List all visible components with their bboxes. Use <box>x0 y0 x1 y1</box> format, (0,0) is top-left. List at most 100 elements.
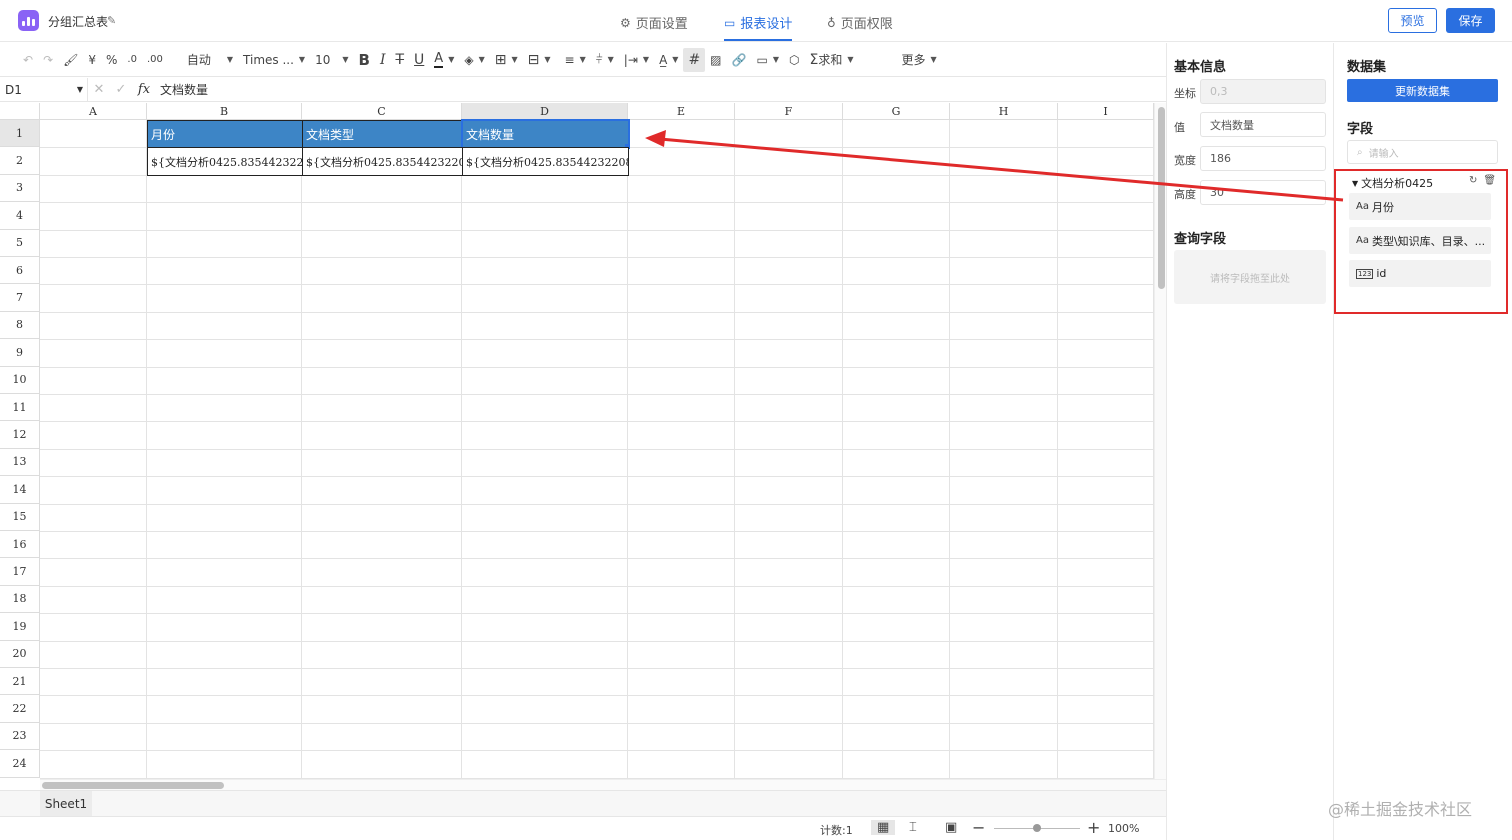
grid-lines-icon[interactable]: # <box>683 47 706 72</box>
cancel-icon[interactable]: ✕ <box>88 82 110 97</box>
decrease-decimal-icon[interactable]: .0 <box>122 48 142 72</box>
column-header-d[interactable]: D <box>462 103 628 120</box>
horizontal-scrollbar[interactable] <box>40 779 1166 790</box>
row-header-2[interactable]: 2 <box>0 147 40 175</box>
row-header-20[interactable]: 20 <box>0 640 40 668</box>
text-rotation-dropdown[interactable]: A̲ ▼ <box>654 48 683 72</box>
cell-d1[interactable]: 文档数量 <box>461 119 630 149</box>
italic-icon[interactable]: I <box>375 48 391 72</box>
row-header-1[interactable]: 1 <box>0 120 40 148</box>
field-item-type[interactable]: Aa 类型\知识库、目录、... <box>1349 227 1491 254</box>
tab-page-permissions[interactable]: ♁ 页面权限 <box>827 13 893 33</box>
row-header-4[interactable]: 4 <box>0 202 40 230</box>
cell-reference-box[interactable]: D1 ▼ <box>0 77 88 102</box>
row-header-19[interactable]: 19 <box>0 613 40 641</box>
vertical-scroll-thumb[interactable] <box>1158 107 1165 289</box>
row-header-18[interactable]: 18 <box>0 585 40 614</box>
zoom-out-icon[interactable]: − <box>972 818 985 837</box>
borders-dropdown[interactable]: ⊞ ▼ <box>490 48 523 72</box>
sheet-tab-sheet1[interactable]: Sheet1 <box>40 791 92 817</box>
row-header-12[interactable]: 12 <box>0 421 40 449</box>
row-header-6[interactable]: 6 <box>0 257 40 285</box>
cube-icon[interactable]: ⬡ <box>784 48 804 72</box>
column-header-i[interactable]: I <box>1058 103 1154 120</box>
field-search-input[interactable]: ⌕ 请输入 <box>1347 140 1498 164</box>
field-item-month[interactable]: Aa 月份 <box>1349 193 1491 220</box>
column-header-e[interactable]: E <box>628 103 735 120</box>
row-header-15[interactable]: 15 <box>0 503 40 531</box>
fill-color-dropdown[interactable]: ◈ ▼ <box>459 48 489 72</box>
formula-input[interactable]: 文档数量 <box>160 81 208 98</box>
merge-cells-dropdown[interactable]: ⊟ ▼ <box>523 48 556 72</box>
row-header-8[interactable]: 8 <box>0 311 40 340</box>
dataset-node[interactable]: ▼ 文档分析0425 <box>1352 175 1433 191</box>
row-header-13[interactable]: 13 <box>0 448 40 477</box>
vertical-scrollbar[interactable] <box>1154 103 1166 779</box>
font-color-dropdown[interactable]: A ▼ <box>429 48 459 72</box>
font-size-dropdown[interactable]: 10 ▼ <box>310 48 353 72</box>
zoom-in-icon[interactable]: + <box>1087 818 1100 837</box>
value-field[interactable]: 文档数量 <box>1200 112 1326 137</box>
horizontal-align-dropdown[interactable]: ≡ ▼ <box>560 48 591 72</box>
strikethrough-icon[interactable]: T <box>390 48 409 72</box>
column-header-g[interactable]: G <box>843 103 950 120</box>
number-format-dropdown[interactable]: 自动 ▼ <box>182 48 238 72</box>
select-all-corner[interactable] <box>0 103 40 120</box>
spreadsheet-grid[interactable]: ABCDEFGHI 1 2 3 4 5 6 7 8 9 10 11 12 13 14 15 16 17 18 19 2… <box>0 103 1154 779</box>
row-header-7[interactable]: 7 <box>0 284 40 312</box>
format-painter-icon[interactable]: 🖌 <box>58 48 83 72</box>
increase-decimal-icon[interactable]: .00 <box>142 48 168 72</box>
row-header-3[interactable]: 3 <box>0 174 40 203</box>
page-layout-view-icon[interactable]: ▣ <box>945 820 957 835</box>
row-header-16[interactable]: 16 <box>0 531 40 559</box>
row-header-14[interactable]: 14 <box>0 476 40 504</box>
cell-c2[interactable]: ${文档分析0425.835442322089 <box>302 147 463 176</box>
confirm-icon[interactable]: ✓ <box>110 82 132 97</box>
row-header-23[interactable]: 23 <box>0 722 40 751</box>
comment-dropdown[interactable]: ▭ ▼ <box>751 48 784 72</box>
vertical-align-dropdown[interactable]: ⫩ ▼ <box>591 48 619 72</box>
column-header-h[interactable]: H <box>950 103 1058 120</box>
insert-image-icon[interactable]: ▨ <box>705 48 726 72</box>
row-header-11[interactable]: 11 <box>0 394 40 422</box>
preview-button[interactable]: 预览 <box>1388 8 1437 33</box>
cell-b2[interactable]: ${文档分析0425.835442322089 <box>147 147 303 176</box>
refresh-dataset-button[interactable]: 更新数据集 <box>1347 79 1498 102</box>
width-field[interactable]: 186 <box>1200 146 1326 171</box>
row-header-5[interactable]: 5 <box>0 229 40 257</box>
cell-c1[interactable]: 文档类型 <box>302 120 463 148</box>
sum-dropdown[interactable]: Σ 求和 ▼ <box>804 48 858 72</box>
cell-b1[interactable]: 月份 <box>147 120 303 148</box>
row-header-17[interactable]: 17 <box>0 558 40 586</box>
underline-icon[interactable]: U <box>409 48 429 72</box>
row-header-9[interactable]: 9 <box>0 339 40 367</box>
percent-button[interactable]: % <box>101 48 122 72</box>
field-item-id[interactable]: 123 id <box>1349 260 1491 287</box>
row-header-22[interactable]: 22 <box>0 695 40 723</box>
page-break-view-icon[interactable]: ⌶ <box>909 820 917 835</box>
column-header-b[interactable]: B <box>147 103 302 120</box>
save-button[interactable]: 保存 <box>1446 8 1495 33</box>
more-dropdown[interactable]: 更多 ▼ <box>896 48 941 72</box>
trash-icon[interactable]: 🗑 <box>1483 175 1496 186</box>
tab-report-design[interactable]: ▭ 报表设计 <box>724 13 792 33</box>
height-field[interactable]: 30 <box>1200 180 1326 205</box>
row-header-21[interactable]: 21 <box>0 668 40 696</box>
redo-icon[interactable]: ↷ <box>38 48 58 72</box>
column-header-c[interactable]: C <box>302 103 462 120</box>
fx-icon[interactable]: fx <box>132 82 156 97</box>
bold-icon[interactable]: B <box>354 48 375 72</box>
edit-title-icon[interactable]: ✎ <box>107 14 116 27</box>
query-field-dropzone[interactable]: 请将字段拖至此处 <box>1174 250 1326 304</box>
cell-d2[interactable]: ${文档分析0425.8354423220898 <box>462 147 629 176</box>
text-wrap-dropdown[interactable]: |⇥ ▼ <box>619 48 654 72</box>
refresh-icon[interactable]: ↻ <box>1469 175 1477 186</box>
column-header-f[interactable]: F <box>735 103 843 120</box>
horizontal-scroll-thumb[interactable] <box>42 782 224 789</box>
zoom-slider-thumb[interactable] <box>1033 824 1041 832</box>
tab-page-settings[interactable]: ⚙ 页面设置 <box>620 13 688 33</box>
row-header-24[interactable]: 24 <box>0 750 40 778</box>
row-header-10[interactable]: 10 <box>0 366 40 394</box>
insert-link-icon[interactable]: 🔗 <box>727 48 752 72</box>
normal-view-icon[interactable]: ▦ <box>871 820 896 835</box>
